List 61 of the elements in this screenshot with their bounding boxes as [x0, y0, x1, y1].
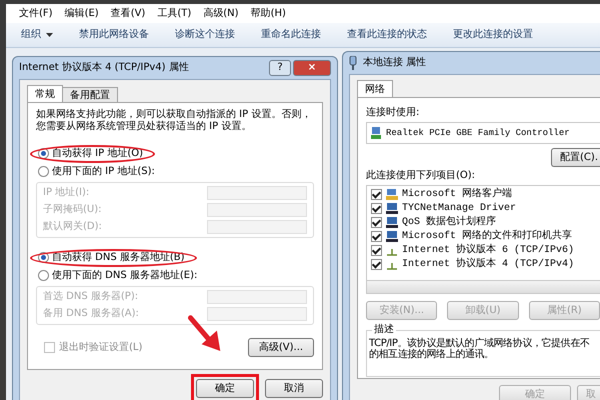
- close-button[interactable]: ×: [293, 60, 331, 76]
- ok-button[interactable]: 确定: [196, 379, 254, 398]
- list-item[interactable]: Internet 协议版本 4 (TCP/IPv4): [371, 258, 596, 271]
- list-item[interactable]: QoS 数据包计划程序: [371, 216, 596, 229]
- checkbox[interactable]: [371, 231, 382, 242]
- toolbar-button[interactable]: 组织: [18, 29, 56, 41]
- list-item[interactable]: TYCNetManage Driver: [371, 202, 596, 215]
- group-title: 描述: [372, 324, 396, 336]
- checkbox[interactable]: [371, 217, 382, 228]
- annotation-arrow: [188, 315, 220, 351]
- radio-label[interactable]: 自动获得 IP 地址(O): [52, 148, 144, 160]
- computer-icon: [386, 217, 398, 228]
- field-label: IP 地址(I):: [43, 187, 90, 199]
- radio-button[interactable]: [38, 270, 49, 281]
- computer-icon: [386, 231, 398, 242]
- field-label: 首选 DNS 服务器(P):: [43, 291, 138, 303]
- window-title: Internet 协议版本 4 (TCP/IPv4) 属性: [19, 62, 189, 74]
- horizontal-scrollbar[interactable]: [366, 281, 600, 294]
- network-plug-icon: [349, 56, 357, 70]
- checkbox[interactable]: [371, 189, 382, 200]
- cancel-button[interactable]: 取消: [265, 379, 323, 398]
- advanced-button[interactable]: 高级(V)...: [248, 338, 314, 357]
- toolbar-button[interactable]: 查看此连接的状态: [344, 29, 430, 41]
- window-title: 本地连接 属性: [363, 57, 426, 69]
- list-item[interactable]: Internet 协议版本 6 (TCP/IPv6): [371, 244, 596, 257]
- caret-icon: [46, 33, 53, 37]
- help-button[interactable]: ?: [269, 60, 291, 76]
- toolbar-button[interactable]: 更改此连接的设置: [450, 29, 536, 41]
- menu-item[interactable]: 查看(V): [108, 8, 148, 20]
- description-text: 的相互连接的网络上的通讯。: [369, 349, 495, 360]
- field-label: 备用 DNS 服务器(A):: [43, 308, 139, 320]
- network-adapter-icon: [371, 127, 381, 139]
- toolbar-button[interactable]: 重命名此连接: [258, 29, 324, 41]
- menu-item[interactable]: 帮助(H): [248, 8, 289, 20]
- description-text: TCP/IP。该协议是默认的广域网络协议，它提供在不: [369, 338, 590, 349]
- list-item[interactable]: Microsoft 网络的文件和打印机共享: [371, 230, 596, 243]
- adapter-field: Realtek PCIe GBE Family Controller: [366, 122, 600, 144]
- field-label: 子网掩码(U):: [43, 204, 102, 216]
- list-item[interactable]: Microsoft 网络客户端: [371, 188, 596, 201]
- tab[interactable]: 网络: [357, 80, 393, 97]
- menu-item[interactable]: 文件(F): [16, 8, 56, 20]
- radio-label[interactable]: 使用下面的 IP 地址(S):: [52, 166, 155, 178]
- configure-button[interactable]: 配置(C).: [551, 148, 600, 167]
- radio-label[interactable]: 使用下面的 DNS 服务器地址(E):: [52, 270, 198, 282]
- tab[interactable]: 常规: [27, 85, 63, 102]
- menu-item[interactable]: 编辑(E): [62, 8, 102, 20]
- tab[interactable]: 备用配置: [62, 87, 118, 102]
- toolbar-button[interactable]: 禁用此网络设备: [76, 29, 152, 41]
- section-label: 连接时使用:: [366, 107, 420, 119]
- radio-button[interactable]: [38, 166, 49, 177]
- section-label: 此连接使用下列项目(O):: [366, 170, 476, 182]
- checkbox[interactable]: [371, 259, 382, 270]
- computer-icon: [386, 203, 398, 214]
- checkbox[interactable]: [371, 203, 382, 214]
- field-label: 默认网关(D):: [43, 221, 102, 233]
- menu-item[interactable]: 工具(T): [154, 8, 194, 20]
- menu-item[interactable]: 高级(N): [200, 8, 242, 20]
- checkbox[interactable]: [371, 245, 382, 256]
- computer-icon: [386, 189, 398, 200]
- toolbar-button[interactable]: 诊断这个连接: [172, 29, 238, 41]
- description-text: 如果网络支持此功能，则可以获取自动指派的 IP 设置。否则，您需要从网络系统管理员处获得适当的 IP 设置。: [36, 109, 312, 133]
